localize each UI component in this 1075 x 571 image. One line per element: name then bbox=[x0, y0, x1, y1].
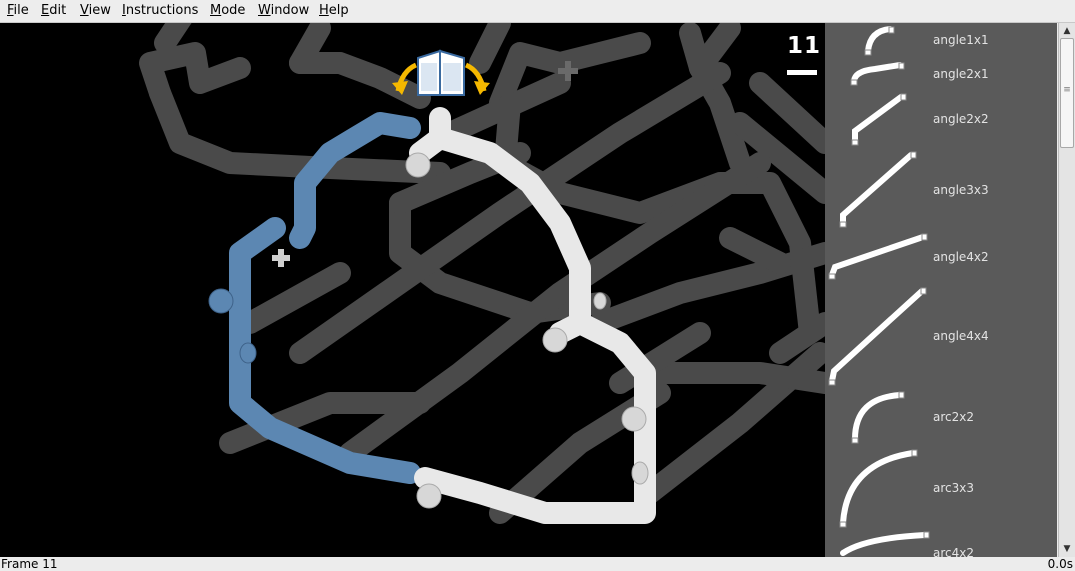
3d-viewport[interactable]: 11 bbox=[0, 23, 825, 557]
status-frame-text: Frame 11 bbox=[1, 557, 58, 571]
frame-number-underline bbox=[787, 70, 817, 75]
menu-edit[interactable]: Edit bbox=[41, 3, 66, 19]
menu-mode[interactable]: Mode bbox=[210, 3, 245, 19]
part-label-arc2x2[interactable]: arc2x2 bbox=[933, 410, 974, 424]
menu-window[interactable]: Window bbox=[258, 3, 309, 19]
scroll-thumb[interactable]: ≡ bbox=[1060, 38, 1074, 148]
arc2x2-thumbnail[interactable] bbox=[852, 392, 903, 442]
angle4x4-thumbnail[interactable] bbox=[829, 288, 925, 384]
parts-thumbnails bbox=[828, 26, 930, 556]
status-bar: Frame 11 0.0s bbox=[0, 557, 1075, 571]
pipe-scene bbox=[139, 23, 825, 524]
scroll-down-arrow-icon[interactable]: ▼ bbox=[1060, 542, 1074, 556]
grip-icon: ≡ bbox=[1063, 85, 1071, 95]
palette-scrollbar[interactable]: ▲ ≡ ▼ bbox=[1058, 23, 1075, 557]
part-label-arc3x3[interactable]: arc3x3 bbox=[933, 481, 974, 495]
part-label-arc4x2[interactable]: arc4x2 bbox=[933, 546, 974, 557]
part-label-angle3x3[interactable]: angle3x3 bbox=[933, 183, 989, 197]
status-time-text: 0.0s bbox=[1047, 557, 1073, 571]
angle3x3-thumbnail[interactable] bbox=[840, 152, 914, 226]
arc4x2-thumbnail[interactable] bbox=[840, 532, 928, 556]
parts-palette[interactable]: angle1x1 angle2x1 angle2x2 angle3x3 angl… bbox=[825, 23, 1057, 557]
menu-file[interactable]: File bbox=[7, 3, 29, 19]
menu-bar: File Edit View Instructions Mode Window … bbox=[0, 0, 1075, 23]
frame-number: 11 bbox=[787, 33, 822, 59]
scroll-up-arrow-icon[interactable]: ▲ bbox=[1060, 24, 1074, 38]
menu-help[interactable]: Help bbox=[319, 3, 349, 19]
part-label-angle4x4[interactable]: angle4x4 bbox=[933, 329, 989, 343]
part-label-angle4x2[interactable]: angle4x2 bbox=[933, 250, 989, 264]
angle2x1-thumbnail[interactable] bbox=[851, 62, 903, 84]
menu-view[interactable]: View bbox=[80, 3, 111, 19]
angle2x2-thumbnail[interactable] bbox=[852, 94, 904, 144]
angle1x1-thumbnail[interactable] bbox=[865, 26, 893, 54]
menu-instructions[interactable]: Instructions bbox=[122, 3, 198, 19]
part-label-angle2x2[interactable]: angle2x2 bbox=[933, 112, 989, 126]
angle4x2-thumbnail[interactable] bbox=[829, 234, 926, 278]
part-label-angle1x1[interactable]: angle1x1 bbox=[933, 33, 989, 47]
arc3x3-thumbnail[interactable] bbox=[840, 450, 916, 526]
part-label-angle2x1[interactable]: angle2x1 bbox=[933, 67, 989, 81]
small-cross-pegs[interactable] bbox=[272, 249, 290, 267]
existing-pipes[interactable] bbox=[139, 23, 825, 524]
